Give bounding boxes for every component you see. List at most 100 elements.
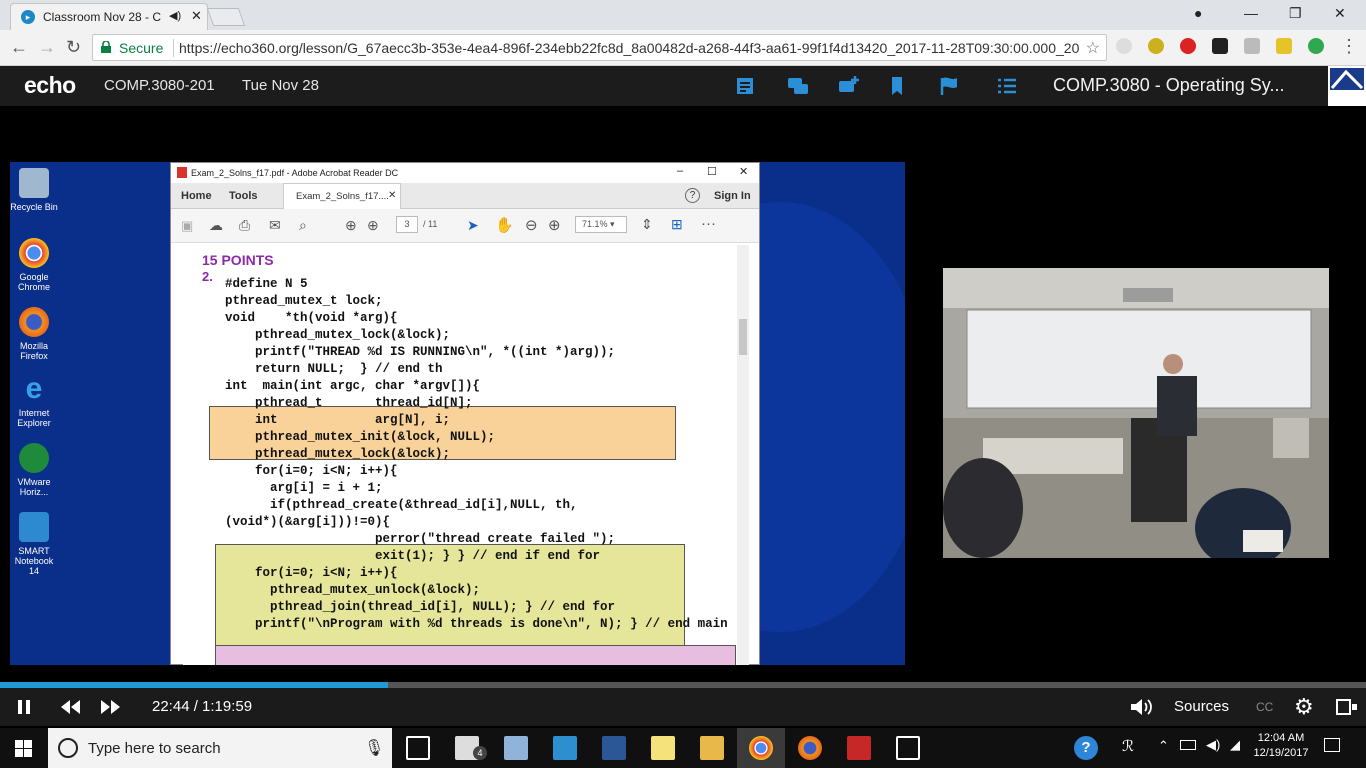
select-cursor-icon[interactable]: ➤ xyxy=(467,217,479,234)
minimize-icon[interactable]: – xyxy=(677,165,683,177)
grammarly-icon[interactable] xyxy=(1308,38,1324,54)
minimize-icon[interactable]: — xyxy=(1244,5,1258,21)
reload-icon[interactable]: ↻ xyxy=(66,37,81,58)
fit-page-icon[interactable]: ⇕ xyxy=(641,216,653,233)
acrobat-taskbar-icon[interactable] xyxy=(847,736,871,760)
windows-start-icon[interactable] xyxy=(15,740,32,757)
task-view-icon[interactable] xyxy=(406,736,430,760)
desktop-icon-firefox[interactable]: Mozilla Firefox xyxy=(10,307,58,361)
bookmark-star-icon[interactable]: ☆ xyxy=(1086,38,1100,58)
volume-tray-icon[interactable]: ◀) xyxy=(1206,737,1220,753)
extension-icon[interactable] xyxy=(1148,38,1164,54)
opera-extension-icon[interactable] xyxy=(1180,38,1196,54)
sticky-notes-icon[interactable] xyxy=(651,736,675,760)
zoom-select[interactable]: 71.1% ▾ xyxy=(575,216,627,233)
lecture-screen-video[interactable]: Recycle Bin Google Chrome Mozilla Firefo… xyxy=(10,162,905,665)
sources-button[interactable]: Sources xyxy=(1174,698,1229,715)
3d-builder-icon[interactable] xyxy=(504,736,528,760)
maximize-icon[interactable]: ❐ xyxy=(1289,5,1302,22)
extension-icon[interactable] xyxy=(1276,38,1292,54)
zoom-out-icon[interactable]: ⊖ xyxy=(525,216,538,234)
save-icon[interactable]: ▣ xyxy=(181,218,193,234)
menu-icon[interactable]: ⋮ xyxy=(1340,36,1358,57)
flag-icon[interactable] xyxy=(938,75,960,97)
code-line: arg[i] = i + 1; xyxy=(225,481,383,495)
action-center-icon[interactable] xyxy=(1324,738,1340,752)
settings-gear-icon[interactable]: ⚙ xyxy=(1294,694,1314,720)
clock-time: 12:04 AM xyxy=(1257,732,1305,744)
echo-logo[interactable]: echo xyxy=(24,72,76,99)
sign-in-link[interactable]: Sign In xyxy=(714,190,751,202)
battery-icon[interactable] xyxy=(1180,740,1196,750)
extension-icon[interactable] xyxy=(1116,38,1132,54)
help-icon[interactable]: ? xyxy=(1074,736,1098,760)
layout-icon[interactable] xyxy=(1336,699,1358,715)
show-hidden-icons[interactable]: ⌃ xyxy=(1158,738,1169,754)
chrome-taskbar-icon[interactable] xyxy=(749,736,773,760)
page-up-icon[interactable]: ⊕ xyxy=(345,217,357,234)
code-line: pthread_join(thread_id[i], NULL); } // e… xyxy=(225,600,616,614)
more-tools-icon[interactable]: ··· xyxy=(701,215,716,232)
close-window-icon[interactable]: ✕ xyxy=(1334,5,1346,22)
upload-icon[interactable]: ☁ xyxy=(209,217,223,234)
pause-icon[interactable] xyxy=(16,699,32,715)
taskbar-search-box[interactable]: Type here to search 🎙 xyxy=(48,728,392,768)
desktop-icon-recycle-bin[interactable]: Recycle Bin xyxy=(10,168,58,212)
photos-icon[interactable] xyxy=(896,736,920,760)
people-icon[interactable]: ℛ xyxy=(1122,737,1134,755)
close-icon[interactable]: ✕ xyxy=(739,165,748,178)
page-number-input[interactable]: 3 xyxy=(396,216,418,233)
search-icon[interactable]: ⌕ xyxy=(299,217,307,234)
umass-logo xyxy=(1328,66,1366,106)
new-tab-button[interactable] xyxy=(206,8,246,26)
list-icon[interactable] xyxy=(996,75,1018,97)
classroom-camera-video[interactable] xyxy=(943,268,1329,558)
close-tab-icon[interactable]: ✕ xyxy=(191,8,202,24)
discussion-icon[interactable] xyxy=(787,75,809,97)
word-icon[interactable] xyxy=(602,736,626,760)
volume-icon[interactable] xyxy=(1130,698,1154,716)
forward-icon[interactable]: → xyxy=(38,37,56,58)
question-icon[interactable] xyxy=(838,75,860,97)
home-tab[interactable]: Home xyxy=(181,190,212,202)
zoom-in-icon[interactable]: ⊕ xyxy=(548,216,561,234)
page-down-icon[interactable]: ⊕ xyxy=(367,217,379,234)
desktop-icon-ie[interactable]: e Internet Explorer xyxy=(10,374,58,429)
url-text[interactable]: https://echo360.org/lesson/G_67aecc3b-35… xyxy=(179,40,1079,56)
maximize-icon[interactable]: ☐ xyxy=(707,165,717,178)
browser-tab[interactable]: ▸ Classroom Nov 28 - C ◀) ✕ xyxy=(10,3,208,30)
tab-audio-icon[interactable]: ◀) xyxy=(169,9,181,22)
closed-captions-button[interactable]: CC xyxy=(1256,700,1273,714)
fast-forward-icon[interactable] xyxy=(100,699,122,715)
app-icon[interactable] xyxy=(553,736,577,760)
desktop-icon-vmware[interactable]: VMware Horiz... xyxy=(10,443,58,497)
bookmark-icon[interactable] xyxy=(886,75,908,97)
hand-tool-icon[interactable]: ✋ xyxy=(495,216,514,234)
file-explorer-icon[interactable] xyxy=(700,736,724,760)
windows-taskbar: Type here to search 🎙 4 ? ℛ ⌃ ◀) ◢ 12:04… xyxy=(0,728,1366,768)
clock[interactable]: 12:04 AM 12/19/2017 xyxy=(1248,732,1314,759)
extension-icon[interactable] xyxy=(1212,38,1228,54)
profile-icon[interactable]: ● xyxy=(1194,5,1202,21)
address-bar[interactable]: Secure https://echo360.org/lesson/G_67ae… xyxy=(92,34,1107,61)
firefox-taskbar-icon[interactable] xyxy=(798,736,822,760)
page-display-icon[interactable]: ⊞ xyxy=(671,216,683,233)
extension-icon[interactable] xyxy=(1244,38,1260,54)
help-icon[interactable]: ? xyxy=(685,188,700,203)
pdf-page[interactable]: 15 POINTS 2. #define N 5 pthread_mutex_t… xyxy=(183,245,738,665)
microphone-icon[interactable]: 🎙 xyxy=(364,738,384,758)
pdf-scrollbar[interactable] xyxy=(737,245,749,665)
desktop-icon-chrome[interactable]: Google Chrome xyxy=(10,238,58,292)
email-icon[interactable]: ✉ xyxy=(269,217,281,234)
back-icon[interactable]: ← xyxy=(10,37,28,58)
tools-tab[interactable]: Tools xyxy=(229,190,258,202)
acrobat-toolbar: ▣ ☁ ⎙ ✉ ⌕ ⊕ ⊕ 3 / 11 ➤ ✋ ⊖ ⊕ 71.1% ▾ ⇕ ⊞… xyxy=(171,209,759,243)
close-doc-icon[interactable]: ✕ xyxy=(388,190,396,201)
document-tab[interactable]: Exam_2_Solns_f17.... ✕ xyxy=(283,183,401,209)
desktop-icon-smart-notebook[interactable]: SMART Notebook 14 xyxy=(10,512,58,576)
notes-icon[interactable] xyxy=(735,75,757,97)
rewind-icon[interactable] xyxy=(60,699,82,715)
print-icon[interactable]: ⎙ xyxy=(239,217,250,234)
wifi-icon[interactable]: ◢ xyxy=(1230,737,1240,753)
scroll-thumb[interactable] xyxy=(739,319,747,355)
